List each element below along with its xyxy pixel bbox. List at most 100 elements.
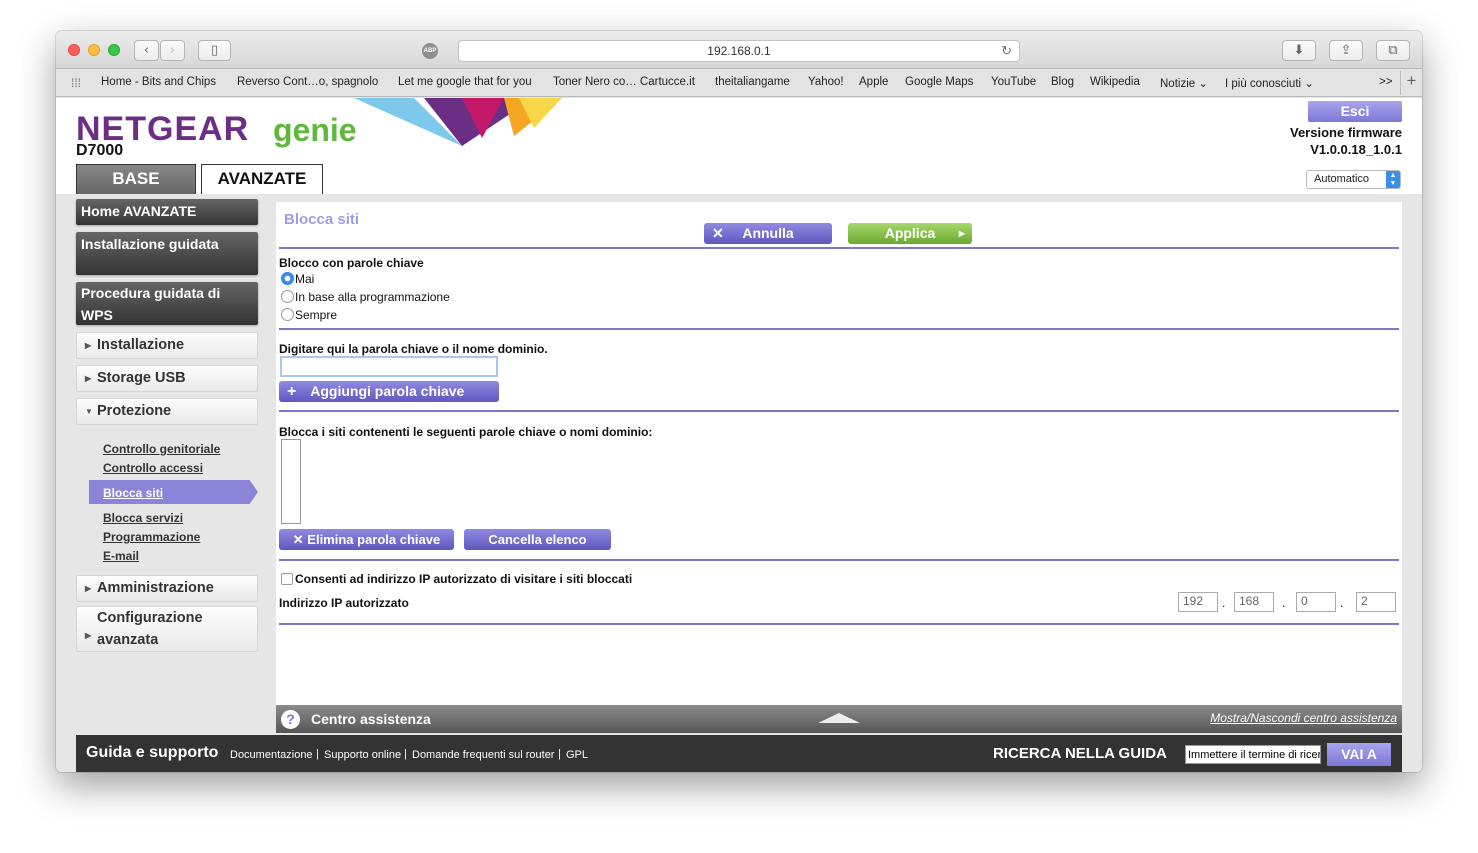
grid-icon[interactable]: ⁞⁞⁞ bbox=[71, 76, 81, 90]
add-keyword-label: Aggiungi parola chiave bbox=[310, 383, 465, 399]
allow-trusted-label: Consenti ad indirizzo IP autorizzato di … bbox=[295, 572, 633, 586]
sidebar-item-storage-usb[interactable]: ▶ Storage USB bbox=[76, 365, 258, 392]
minimize-window-button[interactable] bbox=[88, 44, 100, 56]
keyword-block-label: Blocco con parole chiave bbox=[279, 256, 424, 270]
tab-avanzate[interactable]: AVANZATE bbox=[201, 164, 323, 195]
sidebar-link-email[interactable]: E-mail bbox=[103, 549, 139, 563]
divider bbox=[279, 328, 1399, 330]
bookmark-item[interactable]: theitaliangame bbox=[715, 76, 790, 88]
browser-toolbar: ‹ › ▯ ABP 192.168.0.1 ↻ ⬇ ⇪ ⧉ bbox=[56, 31, 1422, 69]
sidebar-item-label: Protezione bbox=[97, 403, 172, 419]
sidebar-link-access-control[interactable]: Controllo accessi bbox=[103, 461, 203, 475]
bookmark-item[interactable]: Yahoo! bbox=[808, 76, 844, 88]
genie-logo: genie bbox=[273, 112, 357, 148]
sidebar-link-schedule[interactable]: Programmazione bbox=[103, 530, 200, 544]
tabs-overview-icon[interactable]: ⧉ bbox=[1376, 40, 1410, 61]
address-bar[interactable]: 192.168.0.1 ↻ bbox=[458, 40, 1020, 62]
cancel-label: Annulla bbox=[742, 225, 794, 241]
radio-sempre[interactable] bbox=[281, 308, 294, 321]
reload-icon[interactable]: ↻ bbox=[1001, 41, 1012, 61]
blocked-list-label: Blocca i siti contenenti le seguenti par… bbox=[279, 425, 653, 439]
bookmark-folder[interactable]: I più conosciuti ⌄ bbox=[1225, 76, 1314, 90]
help-search-input[interactable] bbox=[1185, 745, 1321, 764]
support-footer: Guida e supporto Documentazione | Suppor… bbox=[76, 735, 1402, 772]
radio-schedule-label: In base alla programmazione bbox=[295, 290, 450, 304]
bookmark-item[interactable]: Wikipedia bbox=[1090, 76, 1140, 88]
clear-list-button[interactable]: Cancella elenco bbox=[464, 529, 611, 550]
bookmark-item[interactable]: Blog bbox=[1051, 76, 1074, 88]
back-button[interactable]: ‹ bbox=[134, 40, 159, 61]
cancel-button[interactable]: ✕ Annulla bbox=[704, 223, 832, 244]
apply-button[interactable]: Applica ▶ bbox=[848, 223, 972, 244]
x-icon: ✕ bbox=[292, 532, 304, 547]
divider bbox=[279, 623, 1399, 625]
delete-keyword-button[interactable]: ✕ Elimina parola chiave bbox=[279, 529, 454, 550]
sidebar-item-amministrazione[interactable]: ▶ Amministrazione bbox=[76, 575, 258, 602]
sidebar-item-label: Amministrazione bbox=[97, 580, 214, 596]
ip-dot: . bbox=[1222, 596, 1226, 610]
divider bbox=[279, 410, 1399, 412]
zoom-window-button[interactable] bbox=[108, 44, 120, 56]
bookmark-item[interactable]: Google Maps bbox=[905, 76, 973, 88]
sidebar-link-parental-control[interactable]: Controllo genitoriale bbox=[103, 442, 220, 456]
toggle-help-link[interactable]: Mostra/Nascondi centro assistenza bbox=[1210, 711, 1397, 725]
radio-sempre-label: Sempre bbox=[295, 308, 338, 322]
plus-icon: + bbox=[287, 383, 297, 400]
ip-octet-4[interactable]: 2 bbox=[1356, 592, 1396, 612]
expand-arrow-icon: ▶ bbox=[85, 584, 92, 593]
ip-octet-2[interactable]: 168 bbox=[1234, 592, 1274, 612]
expand-up-icon[interactable] bbox=[818, 713, 860, 723]
browser-window: ‹ › ▯ ABP 192.168.0.1 ↻ ⬇ ⇪ ⧉ ⁞⁞⁞ Home -… bbox=[56, 31, 1422, 772]
radio-schedule[interactable] bbox=[281, 290, 294, 303]
new-tab-icon[interactable]: + bbox=[1400, 71, 1422, 95]
more-bookmarks-button[interactable]: >> bbox=[1379, 76, 1392, 88]
delete-keyword-label: Elimina parola chiave bbox=[307, 532, 441, 547]
language-select[interactable]: Automatico ▲ ▼ bbox=[1306, 170, 1401, 189]
bookmark-item[interactable]: Toner Nero co… Cartucce.it bbox=[553, 76, 695, 88]
keyword-input[interactable] bbox=[280, 356, 498, 377]
help-icon[interactable]: ? bbox=[281, 710, 300, 729]
footer-link-faq[interactable]: Domande frequenti sul router bbox=[412, 749, 554, 761]
bookmark-item[interactable]: YouTube bbox=[991, 76, 1036, 88]
sidebar-item-protezione[interactable]: ▼ Protezione bbox=[76, 398, 258, 425]
allow-trusted-checkbox[interactable] bbox=[281, 573, 293, 585]
downloads-icon[interactable]: ⬇ bbox=[1282, 40, 1316, 61]
radio-mai[interactable] bbox=[281, 272, 294, 285]
footer-title: Guida e supporto bbox=[86, 744, 219, 761]
sidebar-setup-wizard[interactable]: Installazione guidata bbox=[76, 232, 258, 275]
footer-link-gpl[interactable]: GPL bbox=[566, 749, 588, 761]
sidebar-toggle-icon[interactable]: ▯ bbox=[198, 40, 231, 61]
logout-button[interactable]: Esci bbox=[1308, 101, 1402, 122]
apply-label: Applica bbox=[884, 225, 936, 241]
add-keyword-button[interactable]: + Aggiungi parola chiave bbox=[279, 381, 499, 402]
ip-dot: . bbox=[1340, 596, 1344, 610]
ip-octet-3[interactable]: 0 bbox=[1296, 592, 1336, 612]
share-icon[interactable]: ⇪ bbox=[1329, 40, 1363, 61]
bookmark-item[interactable]: Apple bbox=[859, 76, 888, 88]
blocked-keywords-list[interactable] bbox=[281, 439, 301, 524]
sidebar-link-block-services[interactable]: Blocca servizi bbox=[103, 511, 183, 525]
separator: | bbox=[316, 748, 319, 760]
go-button[interactable]: VAI A bbox=[1327, 743, 1391, 766]
sidebar-item-configurazione-avanzata[interactable]: ▶ Configurazione avanzata bbox=[76, 606, 258, 652]
footer-link-support[interactable]: Supporto online bbox=[324, 749, 401, 761]
bookmarks-bar: ⁞⁞⁞ Home - Bits and Chips Reverso Cont…o… bbox=[56, 69, 1422, 97]
sidebar-wps-wizard[interactable]: Procedura guidata di WPS bbox=[76, 282, 258, 325]
ip-octet-1[interactable]: 192 bbox=[1178, 592, 1218, 612]
close-window-button[interactable] bbox=[68, 44, 80, 56]
bookmark-item[interactable]: Home - Bits and Chips bbox=[101, 76, 216, 88]
sidebar-home-avanzate[interactable]: Home AVANZATE bbox=[76, 199, 258, 225]
sidebar-link-block-sites[interactable]: Blocca siti bbox=[103, 486, 163, 500]
forward-button[interactable]: › bbox=[160, 40, 185, 61]
bookmark-item[interactable]: Reverso Cont…o, spagnolo bbox=[237, 76, 378, 88]
footer-link-docs[interactable]: Documentazione bbox=[230, 749, 313, 761]
firmware-info: Versione firmware V1.0.0.18_1.0.1 bbox=[1290, 124, 1402, 158]
adblock-icon[interactable]: ABP bbox=[422, 43, 438, 59]
firmware-label: Versione firmware bbox=[1290, 125, 1402, 140]
router-page: NETGEAR genie D7000 BASE AVANZATE Esci V… bbox=[56, 98, 1422, 772]
bookmark-item[interactable]: Let me google that for you bbox=[398, 76, 532, 88]
sidebar-item-label: Configurazione avanzata bbox=[97, 610, 203, 648]
sidebar-item-installazione[interactable]: ▶ Installazione bbox=[76, 332, 258, 359]
bookmark-folder[interactable]: Notizie ⌄ bbox=[1160, 76, 1208, 90]
tab-base[interactable]: BASE bbox=[76, 164, 196, 195]
